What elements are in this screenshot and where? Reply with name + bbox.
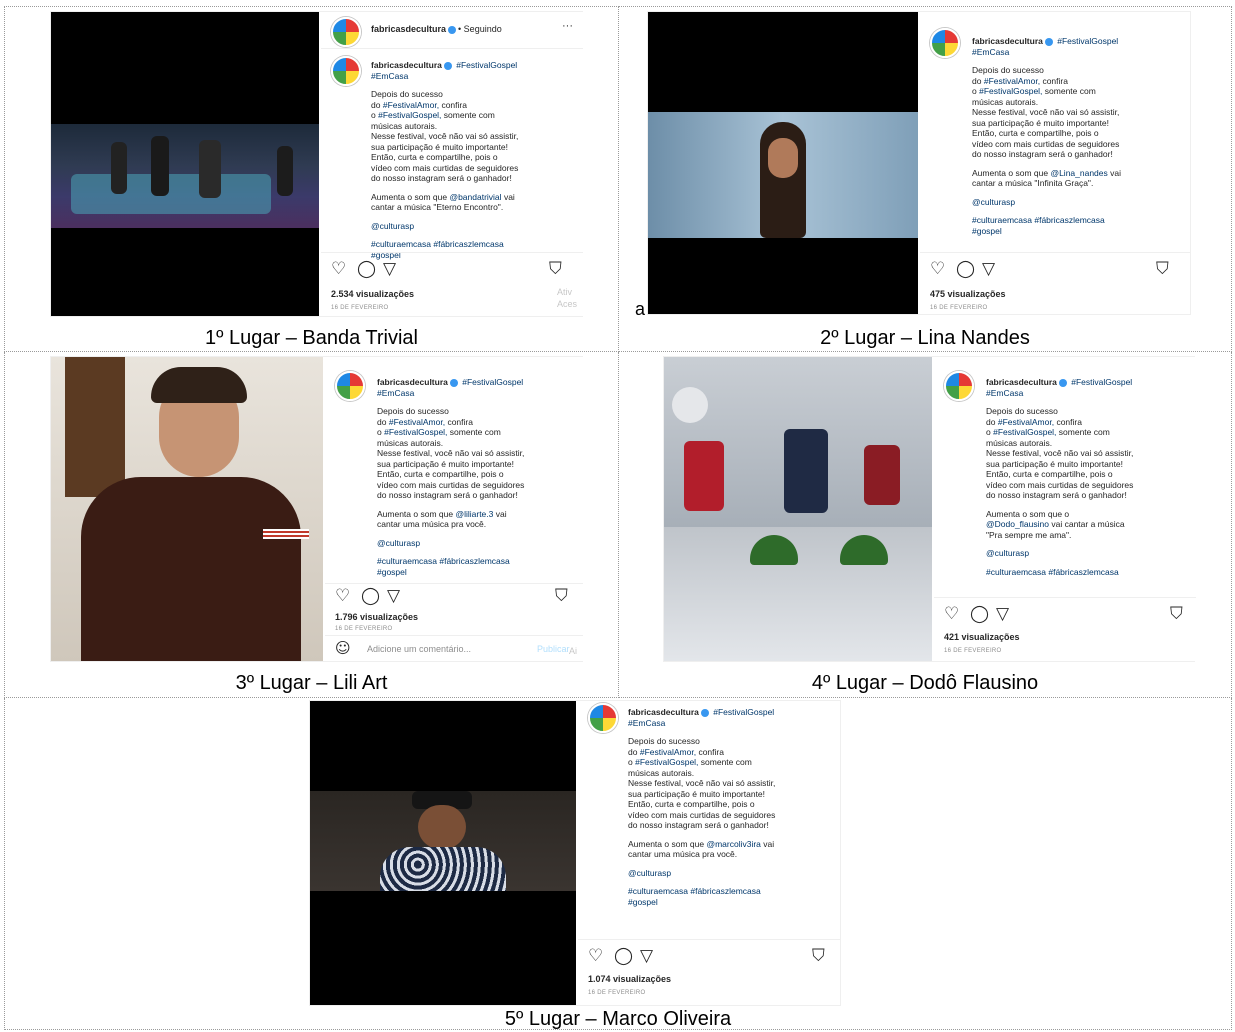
instagram-post: fabricasdecultura • Seguindo ··· fabricas… — [50, 11, 583, 317]
stray-text: a — [635, 299, 646, 319]
video-frame[interactable] — [664, 357, 932, 661]
video-frame[interactable] — [51, 357, 323, 661]
heart-icon[interactable]: ♡ — [335, 588, 350, 605]
results-table: fabricasdecultura • Seguindo ··· fabricas… — [4, 6, 1232, 1030]
activate-windows-watermark: Ativ — [557, 287, 573, 297]
placement-caption: 5º Lugar – Marco Oliveira — [504, 1008, 732, 1030]
caption-avatar[interactable] — [331, 56, 361, 86]
post-date: 16 DE FEVEREIRO — [930, 305, 988, 311]
post-date: 16 DE FEVEREIRO — [588, 990, 646, 996]
heart-icon[interactable]: ♡ — [588, 948, 603, 965]
caption-avatar[interactable] — [930, 28, 960, 58]
portrait-photo — [648, 112, 918, 238]
profile-avatar[interactable] — [331, 17, 361, 47]
cell-third-place: fabricasdecultura #FestivalGospel #EmCasa… — [4, 352, 619, 698]
cell-fifth-place: fabricasdecultura #FestivalGospel #EmCasa… — [4, 698, 1232, 1030]
smiley-icon[interactable]: ☺ — [335, 640, 351, 657]
video-frame[interactable] — [648, 12, 918, 314]
cell-fourth-place: fabricasdecultura #FestivalGospel #EmCasa… — [619, 352, 1232, 698]
view-count: 1.796 visualizações — [335, 612, 419, 622]
instagram-post: fabricasdecultura #FestivalGospel #EmCasa… — [309, 700, 841, 1006]
view-count: 475 visualizações — [930, 289, 1006, 299]
comment-icon[interactable]: ◯ — [361, 588, 380, 605]
share-icon[interactable]: ▽ — [640, 948, 653, 965]
view-count: 421 visualizações — [944, 632, 1020, 642]
placement-caption: 4º Lugar – Dodô Flausino — [811, 672, 1039, 694]
caption-avatar[interactable] — [335, 371, 365, 401]
placement-caption: 1º Lugar – Banda Trivial — [205, 327, 418, 349]
publish-button[interactable]: Publicar — [537, 644, 570, 655]
caption-avatar[interactable] — [944, 371, 974, 401]
caption-avatar[interactable] — [588, 703, 618, 733]
view-count: 2.534 visualizações — [331, 289, 415, 299]
instagram-post: fabricasdecultura #FestivalGospel #EmCasa… — [647, 11, 1191, 315]
share-icon[interactable]: ▽ — [982, 261, 995, 278]
comment-icon[interactable]: ◯ — [970, 606, 989, 623]
heart-icon[interactable]: ♡ — [944, 606, 959, 623]
placement-caption: 3º Lugar – Lili Art — [235, 672, 388, 694]
cell-first-place: fabricasdecultura • Seguindo ··· fabricas… — [4, 6, 619, 352]
video-frame[interactable] — [51, 12, 319, 316]
cell-second-place: a fabricasdecultura #FestivalGospel #EmCa… — [619, 6, 1232, 352]
bookmark-icon[interactable]: ⛉ — [549, 261, 562, 278]
verified-badge-icon — [448, 25, 457, 34]
share-icon[interactable]: ▽ — [996, 606, 1009, 623]
bookmark-icon[interactable]: ⛉ — [1170, 606, 1183, 623]
instagram-post: fabricasdecultura #FestivalGospel #EmCasa… — [663, 356, 1196, 662]
comment-input[interactable]: Adicione um comentário... — [367, 644, 471, 655]
heart-icon[interactable]: ♡ — [331, 261, 346, 278]
share-icon[interactable]: ▽ — [387, 588, 400, 605]
video-frame[interactable] — [310, 701, 576, 1005]
share-icon[interactable]: ▽ — [383, 261, 396, 278]
singer-photo — [310, 791, 576, 891]
post-date: 16 DE FEVEREIRO — [335, 626, 393, 632]
bookmark-icon[interactable]: ⛉ — [555, 588, 568, 605]
heart-icon[interactable]: ♡ — [930, 261, 945, 278]
bookmark-icon[interactable]: ⛉ — [812, 948, 825, 965]
more-options-icon[interactable]: ··· — [562, 21, 573, 32]
bookmark-icon[interactable]: ⛉ — [1156, 261, 1169, 278]
instagram-post: fabricasdecultura #FestivalGospel #EmCasa… — [50, 356, 583, 662]
comment-icon[interactable]: ◯ — [357, 261, 376, 278]
comment-icon[interactable]: ◯ — [956, 261, 975, 278]
view-count: 1.074 visualizações — [588, 974, 672, 984]
post-date: 16 DE FEVEREIRO — [944, 648, 1002, 654]
comment-icon[interactable]: ◯ — [614, 948, 633, 965]
following-label[interactable]: • Seguindo — [458, 24, 502, 34]
stage-photo — [51, 124, 319, 228]
post-date: 16 DE FEVEREIRO — [331, 305, 389, 311]
username[interactable]: fabricasdecultura — [371, 24, 446, 34]
placement-caption: 2º Lugar – Lina Nandes — [820, 327, 1030, 349]
